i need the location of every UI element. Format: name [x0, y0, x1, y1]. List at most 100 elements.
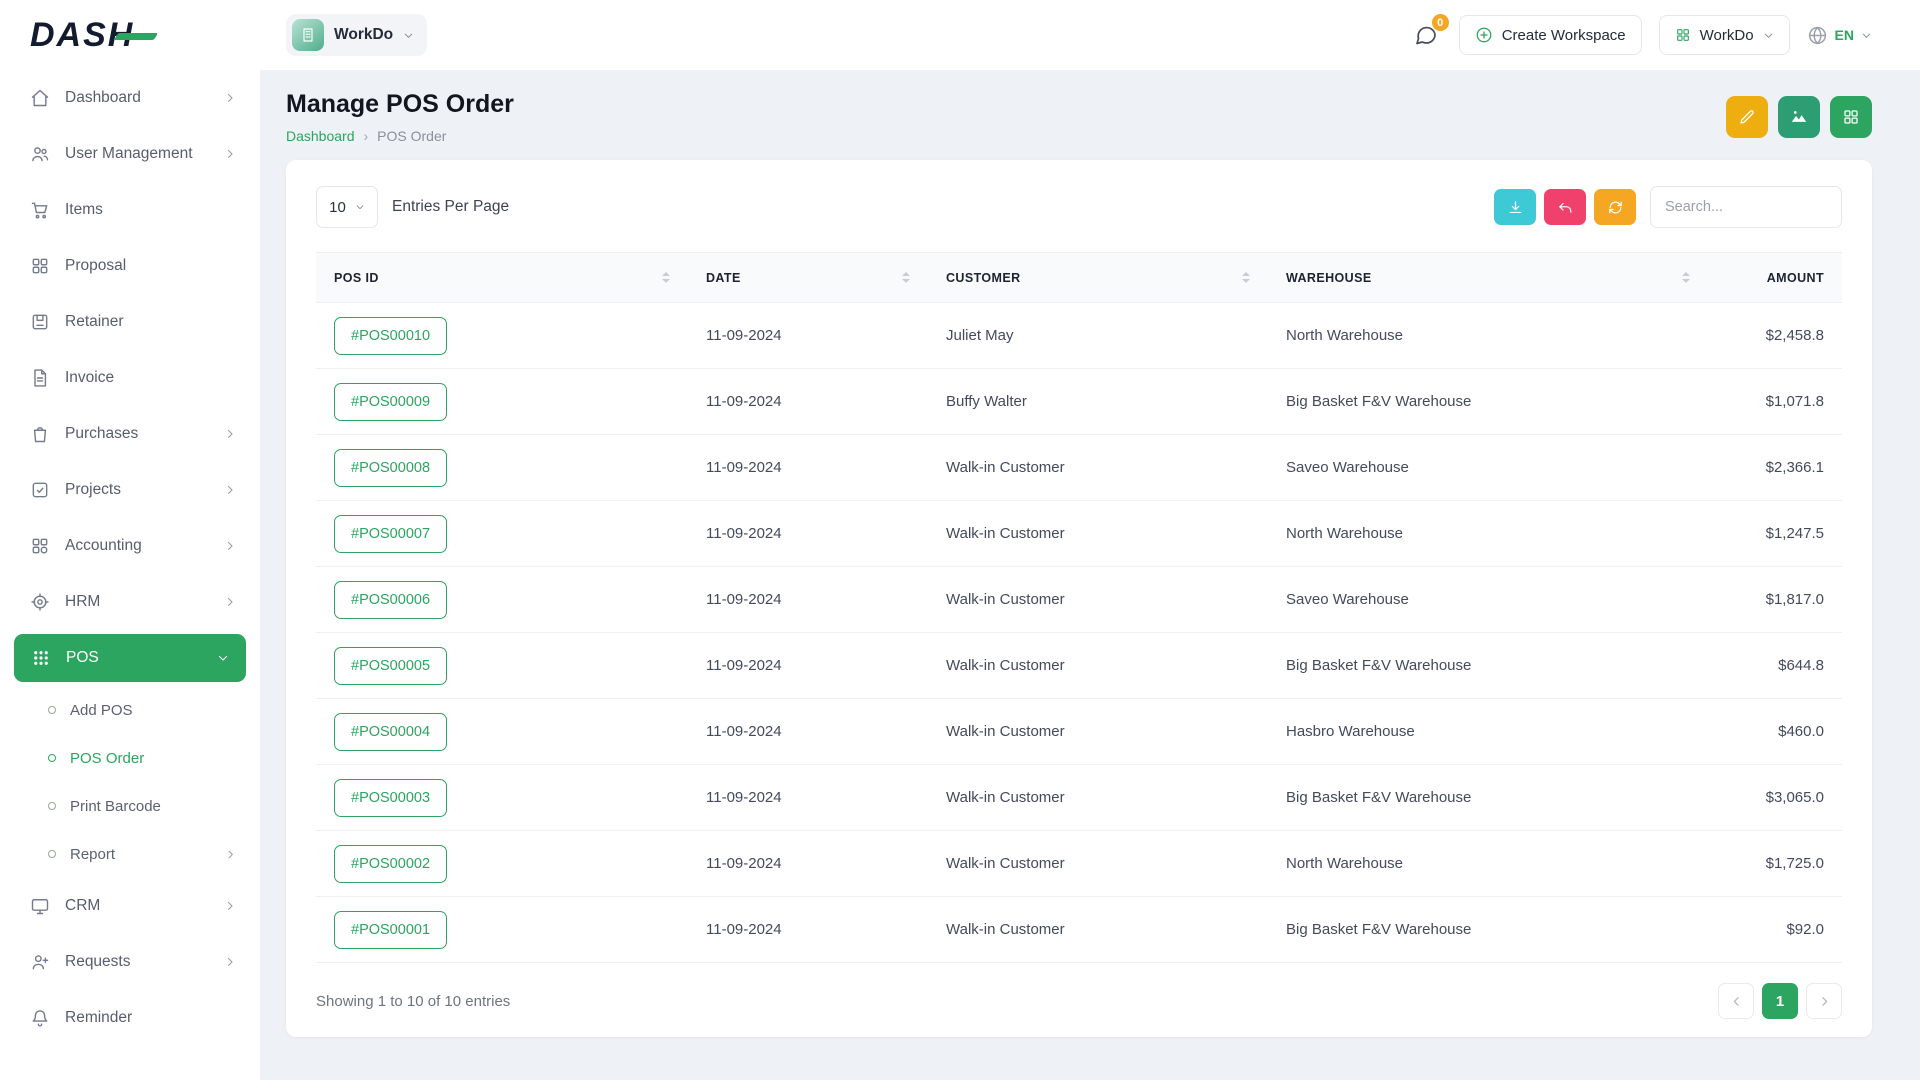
- sidebar-item-pos[interactable]: POS: [14, 634, 246, 682]
- sidebar-item-requests[interactable]: Requests: [0, 934, 260, 990]
- customer-cell: Walk-in Customer: [928, 435, 1268, 501]
- column-header-amount[interactable]: AMOUNT: [1708, 253, 1842, 303]
- pos-id-badge[interactable]: #POS00009: [334, 383, 447, 421]
- column-header-date[interactable]: DATE: [688, 253, 928, 303]
- pos-id-cell: #POS00010: [316, 303, 688, 369]
- sort-icon: [902, 272, 910, 283]
- table-row[interactable]: #POS00006 11-09-2024 Walk-in Customer Sa…: [316, 567, 1842, 633]
- table-row[interactable]: #POS00001 11-09-2024 Walk-in Customer Bi…: [316, 897, 1842, 963]
- sort-icon: [1242, 272, 1250, 283]
- date-cell: 11-09-2024: [688, 831, 928, 897]
- topbar: WorkDo 0 Create Workspace WorkDo EN: [260, 0, 1920, 70]
- sidebar-item-label: User Management: [65, 145, 193, 163]
- sidebar-subitem-label: Print Barcode: [70, 798, 161, 815]
- entries-per-page-value: 10: [329, 199, 346, 216]
- pos-id-badge[interactable]: #POS00004: [334, 713, 447, 751]
- column-header-pos-id[interactable]: POS ID: [316, 253, 688, 303]
- sidebar-item-hrm[interactable]: HRM: [0, 574, 260, 630]
- home-icon: [30, 88, 50, 108]
- table-row[interactable]: #POS00007 11-09-2024 Walk-in Customer No…: [316, 501, 1842, 567]
- sidebar-item-user-management[interactable]: User Management: [0, 126, 260, 182]
- workspace-switcher[interactable]: WorkDo: [286, 14, 427, 56]
- pos-id-badge[interactable]: #POS00008: [334, 449, 447, 487]
- warehouse-cell: Saveo Warehouse: [1268, 567, 1708, 633]
- table-row[interactable]: #POS00008 11-09-2024 Walk-in Customer Sa…: [316, 435, 1842, 501]
- pos-display-button[interactable]: [1778, 96, 1820, 138]
- pos-submenu: Add POS POS Order Print Barcode Report: [0, 686, 260, 878]
- breadcrumb-dashboard-link[interactable]: Dashboard: [286, 128, 355, 144]
- date-cell: 11-09-2024: [688, 897, 928, 963]
- warehouse-cell: Hasbro Warehouse: [1268, 699, 1708, 765]
- pos-order-card: 10 Entries Per Page: [286, 160, 1872, 1037]
- entries-per-page-select[interactable]: 10: [316, 186, 378, 228]
- sidebar-item-reminder[interactable]: Reminder: [0, 990, 260, 1046]
- grid-view-button[interactable]: [1830, 96, 1872, 138]
- sidebar-item-accounting[interactable]: Accounting: [0, 518, 260, 574]
- amount-cell: $1,817.0: [1708, 567, 1842, 633]
- table-row[interactable]: #POS00002 11-09-2024 Walk-in Customer No…: [316, 831, 1842, 897]
- table-row[interactable]: #POS00010 11-09-2024 Juliet May North Wa…: [316, 303, 1842, 369]
- sidebar-item-label: CRM: [65, 897, 100, 915]
- sidebar-item-dashboard[interactable]: Dashboard: [0, 70, 260, 126]
- pagination: 1: [1718, 983, 1842, 1019]
- create-workspace-button[interactable]: Create Workspace: [1459, 15, 1642, 55]
- pos-id-badge[interactable]: #POS00005: [334, 647, 447, 685]
- refresh-button[interactable]: [1594, 189, 1636, 225]
- column-header-customer[interactable]: CUSTOMER: [928, 253, 1268, 303]
- sidebar-subitem-pos-order[interactable]: POS Order: [0, 734, 260, 782]
- mountain-icon: [1790, 108, 1808, 126]
- edit-button[interactable]: [1726, 96, 1768, 138]
- pagination-page-1[interactable]: 1: [1762, 983, 1798, 1019]
- language-selector[interactable]: EN: [1807, 25, 1872, 46]
- table-row[interactable]: #POS00009 11-09-2024 Buffy Walter Big Ba…: [316, 369, 1842, 435]
- sidebar-item-proposal[interactable]: Proposal: [0, 238, 260, 294]
- date-cell: 11-09-2024: [688, 699, 928, 765]
- date-cell: 11-09-2024: [688, 633, 928, 699]
- invoice-icon: [30, 368, 50, 388]
- amount-cell: $644.8: [1708, 633, 1842, 699]
- pos-id-cell: #POS00005: [316, 633, 688, 699]
- table-row[interactable]: #POS00004 11-09-2024 Walk-in Customer Ha…: [316, 699, 1842, 765]
- amount-cell: $1,247.5: [1708, 501, 1842, 567]
- sidebar-item-purchases[interactable]: Purchases: [0, 406, 260, 462]
- sidebar-item-crm[interactable]: CRM: [0, 878, 260, 934]
- monitor-icon: [30, 896, 50, 916]
- pos-id-badge[interactable]: #POS00002: [334, 845, 447, 883]
- search-input[interactable]: [1650, 186, 1842, 228]
- page-title: Manage POS Order: [286, 90, 514, 119]
- sidebar-item-label: HRM: [65, 593, 100, 611]
- pagination-prev-button[interactable]: [1718, 983, 1754, 1019]
- sidebar-item-invoice[interactable]: Invoice: [0, 350, 260, 406]
- pos-id-badge[interactable]: #POS00007: [334, 515, 447, 553]
- sidebar-subitem-add-pos[interactable]: Add POS: [0, 686, 260, 734]
- sidebar-subitem-report[interactable]: Report: [0, 830, 260, 878]
- pos-id-badge[interactable]: #POS00003: [334, 779, 447, 817]
- sidebar-subitem-print-barcode[interactable]: Print Barcode: [0, 782, 260, 830]
- workdo-menu-button[interactable]: WorkDo: [1659, 15, 1790, 55]
- undo-button[interactable]: [1544, 189, 1586, 225]
- refresh-icon: [1607, 199, 1624, 216]
- pos-id-badge[interactable]: #POS00006: [334, 581, 447, 619]
- export-button[interactable]: [1494, 189, 1536, 225]
- chevron-right-icon: [224, 484, 236, 496]
- sidebar-item-retainer[interactable]: Retainer: [0, 294, 260, 350]
- table-row[interactable]: #POS00005 11-09-2024 Walk-in Customer Bi…: [316, 633, 1842, 699]
- brand-logo[interactable]: DASH: [0, 0, 260, 70]
- messages-button[interactable]: 0: [1410, 19, 1442, 51]
- check-square-icon: [30, 480, 50, 500]
- sidebar-item-projects[interactable]: Projects: [0, 462, 260, 518]
- warehouse-cell: North Warehouse: [1268, 831, 1708, 897]
- pos-id-badge[interactable]: #POS00010: [334, 317, 447, 355]
- bullet-icon: [48, 802, 56, 810]
- pos-id-badge[interactable]: #POS00001: [334, 911, 447, 949]
- pagination-next-button[interactable]: [1806, 983, 1842, 1019]
- breadcrumb-separator: ›: [364, 128, 369, 144]
- amount-cell: $2,366.1: [1708, 435, 1842, 501]
- table-row[interactable]: #POS00003 11-09-2024 Walk-in Customer Bi…: [316, 765, 1842, 831]
- sidebar-item-label: Accounting: [65, 537, 142, 555]
- sidebar-item-items[interactable]: Items: [0, 182, 260, 238]
- bell-icon: [30, 1008, 50, 1028]
- column-label: WAREHOUSE: [1286, 271, 1372, 285]
- column-header-warehouse[interactable]: WAREHOUSE: [1268, 253, 1708, 303]
- language-code: EN: [1835, 27, 1854, 43]
